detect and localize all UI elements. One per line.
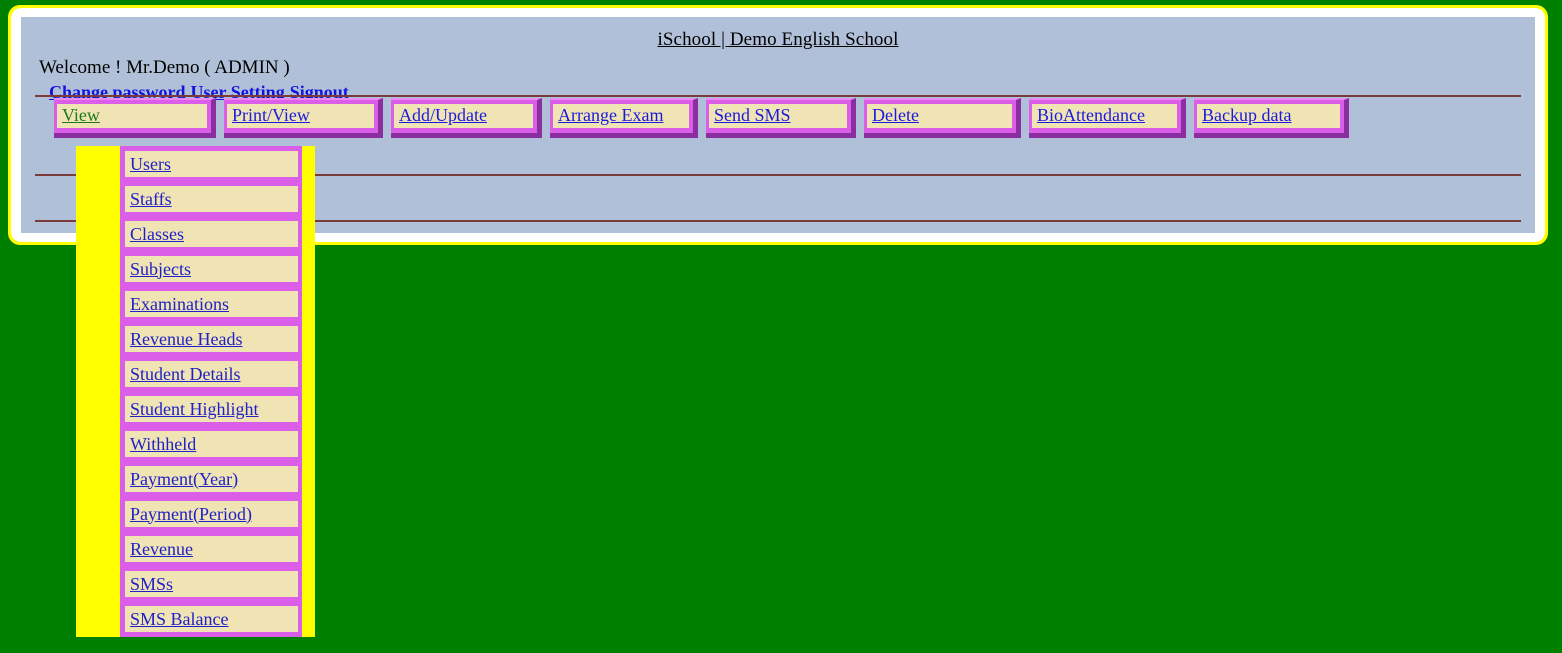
nav-tab-label-print-view: Print/View bbox=[232, 105, 310, 125]
nav-tab-delete[interactable]: Delete bbox=[864, 98, 1021, 138]
menu-item-label: Classes bbox=[130, 223, 184, 244]
nav-tab-face: Add/Update bbox=[394, 104, 533, 128]
nav-tab-print-view[interactable]: Print/View bbox=[224, 98, 383, 138]
menu-item-label: Revenue Heads bbox=[130, 328, 243, 349]
nav-tab-backup-data[interactable]: Backup data bbox=[1194, 98, 1349, 138]
menu-item-smss[interactable]: SMSs bbox=[125, 571, 298, 597]
nav-tab-face: Print/View bbox=[227, 104, 374, 128]
menu-item-label: Withheld bbox=[130, 433, 197, 454]
page-title: iSchool | Demo English School bbox=[657, 29, 899, 50]
menu-item-label: Staffs bbox=[130, 188, 172, 209]
menu-item-label: Payment(Period) bbox=[130, 503, 252, 524]
nav-tab-face: Backup data bbox=[1197, 104, 1340, 128]
nav-tab-label-backup-data: Backup data bbox=[1202, 105, 1292, 125]
nav-tab-send-sms[interactable]: Send SMS bbox=[706, 98, 856, 138]
menu-item-label: Subjects bbox=[130, 258, 191, 279]
nav-tab-face: Send SMS bbox=[709, 104, 847, 128]
nav-tab-face: Arrange Exam bbox=[553, 104, 689, 128]
main-navigation: View Print/View Add/Update Arrange Exam … bbox=[54, 98, 1357, 138]
menu-item-revenue[interactable]: Revenue bbox=[125, 536, 298, 562]
menu-item-payment-period[interactable]: Payment(Period) bbox=[125, 501, 298, 527]
nav-tab-arrange-exam[interactable]: Arrange Exam bbox=[550, 98, 698, 138]
menu-item-label: Revenue bbox=[130, 538, 193, 559]
menu-item-staffs[interactable]: Staffs bbox=[125, 186, 298, 212]
nav-tab-label-bioattendance: BioAttendance bbox=[1037, 105, 1145, 125]
menu-item-subjects[interactable]: Subjects bbox=[125, 256, 298, 282]
menu-item-classes[interactable]: Classes bbox=[125, 221, 298, 247]
nav-tab-face: View bbox=[57, 104, 207, 128]
menu-item-label: Student Highlight bbox=[130, 398, 259, 419]
nav-tab-view[interactable]: View bbox=[54, 98, 216, 138]
nav-tab-label-add-update: Add/Update bbox=[399, 105, 487, 125]
menu-item-sms-balance[interactable]: SMS Balance bbox=[125, 606, 298, 632]
divider-top bbox=[35, 95, 1521, 97]
nav-tab-face: Delete bbox=[867, 104, 1012, 128]
welcome-message: Welcome ! Mr.Demo ( ADMIN ) bbox=[39, 57, 290, 78]
nav-tab-label-arrange-exam: Arrange Exam bbox=[558, 105, 664, 125]
menu-item-label: Payment(Year) bbox=[130, 468, 239, 489]
menu-item-label: Users bbox=[130, 153, 171, 174]
view-dropdown-panel: Users Staffs Classes Subjects Examinatio… bbox=[120, 146, 302, 637]
nav-tab-label-view: View bbox=[62, 105, 100, 125]
menu-item-student-details[interactable]: Student Details bbox=[125, 361, 298, 387]
menu-item-withheld[interactable]: Withheld bbox=[125, 431, 298, 457]
menu-item-users[interactable]: Users bbox=[125, 151, 298, 177]
nav-tab-add-update[interactable]: Add/Update bbox=[391, 98, 542, 138]
menu-item-payment-year[interactable]: Payment(Year) bbox=[125, 466, 298, 492]
nav-tab-label-delete: Delete bbox=[872, 105, 919, 125]
menu-item-label: Student Details bbox=[130, 363, 241, 384]
menu-item-label: SMSs bbox=[130, 573, 174, 594]
menu-item-examinations[interactable]: Examinations bbox=[125, 291, 298, 317]
nav-tab-face: BioAttendance bbox=[1032, 104, 1177, 128]
view-dropdown-menu: Users Staffs Classes Subjects Examinatio… bbox=[76, 146, 315, 637]
menu-item-label: Examinations bbox=[130, 293, 229, 314]
menu-item-revenue-heads[interactable]: Revenue Heads bbox=[125, 326, 298, 352]
menu-item-label: SMS Balance bbox=[130, 608, 229, 629]
nav-tab-label-send-sms: Send SMS bbox=[714, 105, 791, 125]
nav-tab-bioattendance[interactable]: BioAttendance bbox=[1029, 98, 1186, 138]
menu-item-student-highlight[interactable]: Student Highlight bbox=[125, 396, 298, 422]
